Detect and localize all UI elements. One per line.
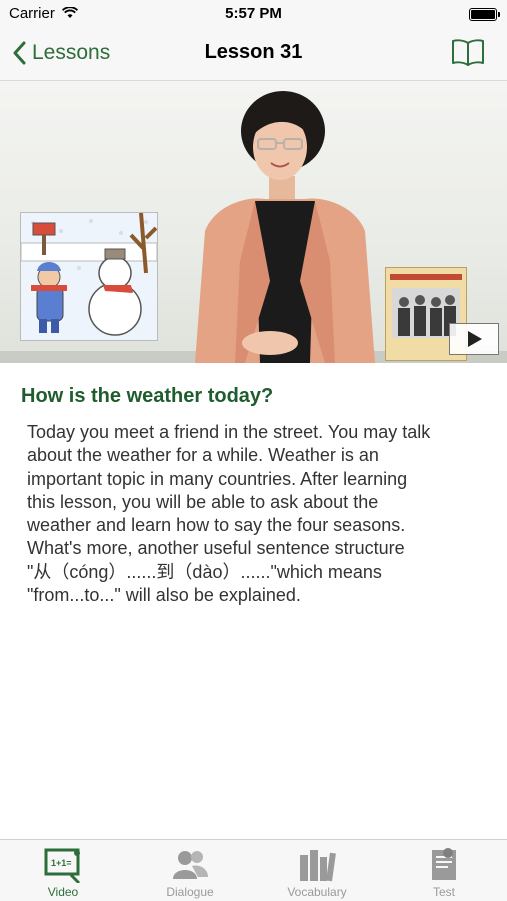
tab-label: Vocabulary bbox=[287, 885, 347, 899]
books-icon bbox=[300, 850, 336, 882]
description-line: this lesson, you will be able to ask abo… bbox=[27, 491, 379, 512]
lesson-description: Today you meet a friend in the street. Y… bbox=[27, 421, 487, 607]
video-player[interactable] bbox=[0, 81, 507, 363]
clock: 5:57 PM bbox=[225, 5, 282, 22]
lesson-heading: How is the weather today? bbox=[21, 385, 274, 407]
tab-label: Test bbox=[432, 885, 455, 899]
presenter-image bbox=[195, 91, 375, 363]
svg-text:1+1=: 1+1= bbox=[51, 858, 72, 868]
page-title: Lesson 31 bbox=[204, 41, 303, 63]
description-line: about the weather for a while. Weather i… bbox=[27, 445, 379, 466]
tab-dialogue[interactable]: Dialogue bbox=[127, 840, 253, 901]
description-line: important topic in many countries. After… bbox=[27, 468, 408, 489]
tab-test[interactable]: Test bbox=[381, 840, 507, 901]
people-icon bbox=[173, 851, 208, 879]
play-icon bbox=[468, 331, 482, 347]
description-line: Today you meet a friend in the street. Y… bbox=[27, 422, 431, 442]
play-button[interactable] bbox=[449, 323, 499, 355]
tab-label: Video bbox=[47, 885, 79, 899]
description-line: weather and learn how to say the four se… bbox=[27, 515, 406, 536]
tab-label: Dialogue bbox=[166, 885, 214, 899]
snowman-illustration bbox=[20, 212, 158, 341]
tab-video[interactable]: 1+1= Video bbox=[0, 840, 126, 901]
navigation-bar: Lessons Lesson 31 bbox=[0, 28, 507, 81]
video-board-icon: 1+1= bbox=[44, 848, 81, 883]
status-bar: Carrier 5:57 PM bbox=[0, 0, 507, 28]
test-paper-icon bbox=[432, 848, 456, 880]
tab-vocabulary[interactable]: Vocabulary bbox=[254, 840, 380, 901]
description-line: What's more, another useful sentence str… bbox=[27, 538, 405, 559]
book-icon[interactable] bbox=[451, 37, 485, 72]
tab-bar: 1+1= Video Dialogue Vocabulary Test bbox=[0, 839, 507, 901]
battery-icon bbox=[469, 8, 500, 21]
description-line: "从（cóng）......到（dào）......"which means bbox=[27, 561, 382, 582]
description-line: "from...to..." will also be explained. bbox=[27, 585, 301, 606]
